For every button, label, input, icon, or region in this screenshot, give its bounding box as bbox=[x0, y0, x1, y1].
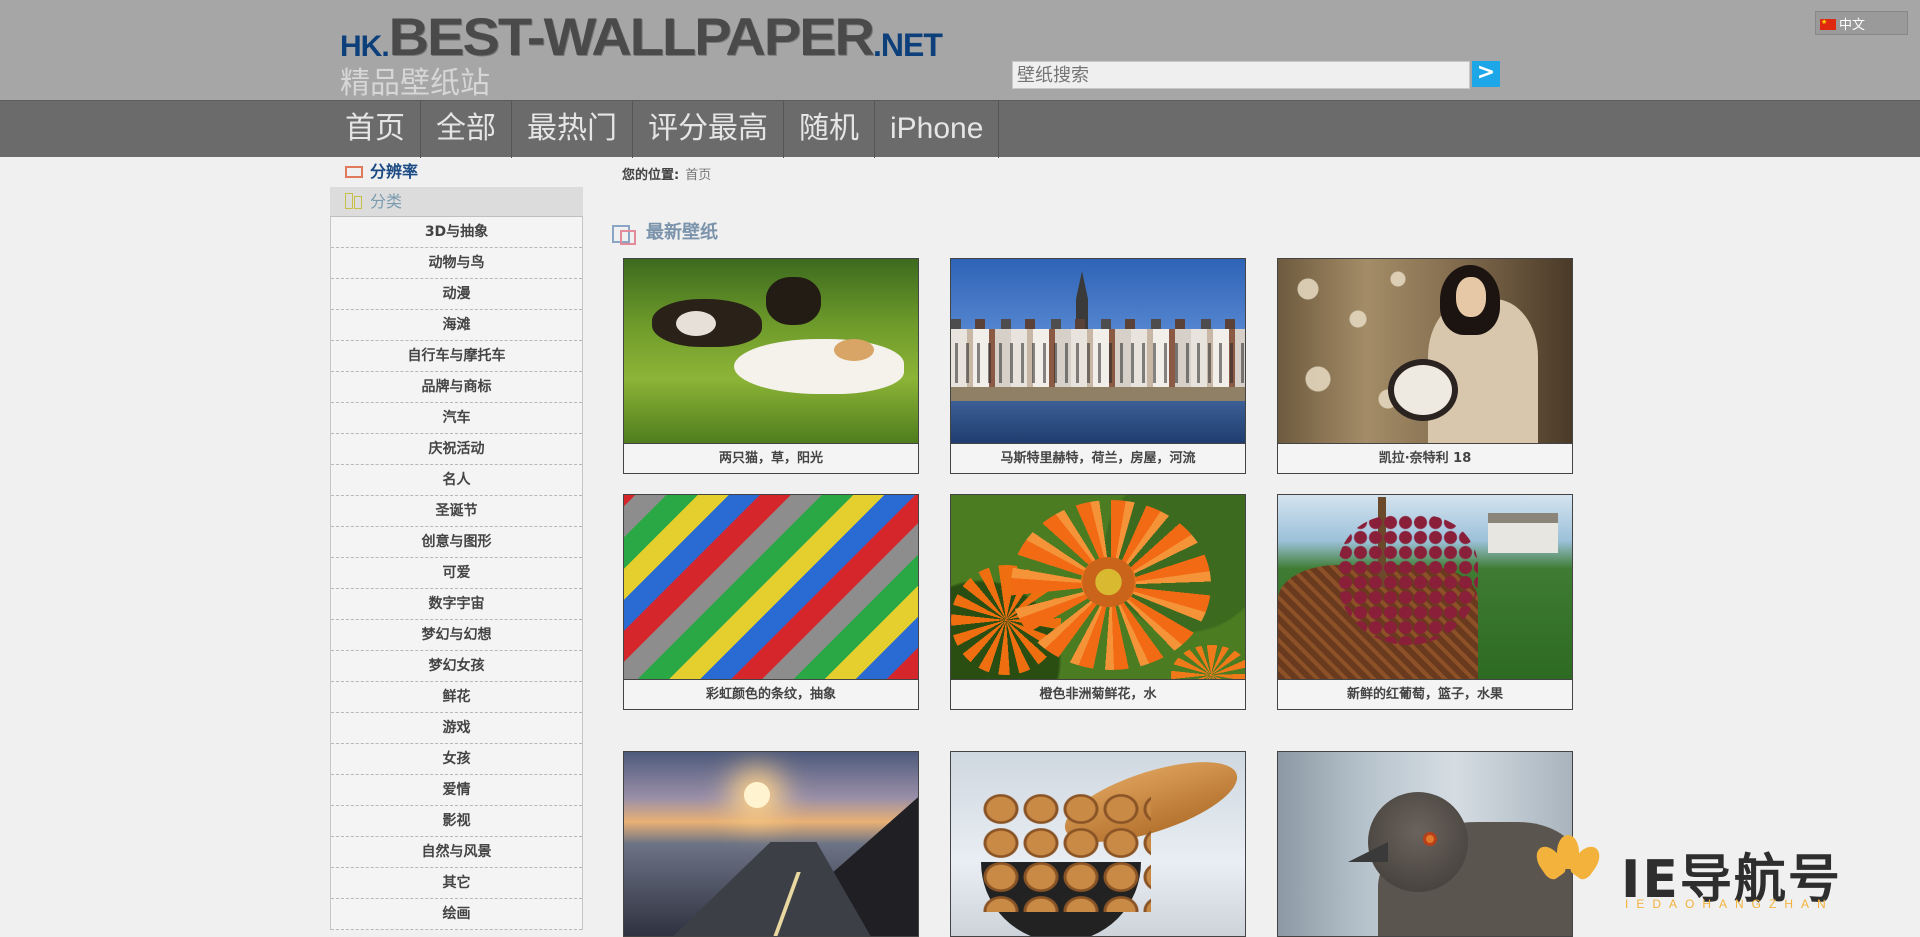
wallpaper-caption[interactable]: 彩虹颜色的条纹，抽象 bbox=[624, 679, 918, 709]
site-header: HK.BEST-WALLPAPER.NET 精品壁纸站 > 中文 bbox=[0, 0, 1920, 101]
road bbox=[667, 842, 874, 936]
nav-popular[interactable]: 最热门 bbox=[512, 101, 633, 158]
site-subtitle: 精品壁纸站 bbox=[340, 66, 490, 101]
nav-home[interactable]: 首页 bbox=[330, 101, 421, 158]
resolution-heading-label: 分辨率 bbox=[370, 162, 419, 181]
wallpaper-card[interactable] bbox=[950, 751, 1246, 937]
resolution-heading[interactable]: 分辨率 bbox=[330, 157, 583, 187]
category-item[interactable]: 自然与风景 bbox=[331, 837, 582, 868]
cat-patch bbox=[834, 339, 874, 361]
wallpaper-card[interactable]: 橙色非洲菊鲜花，水 bbox=[950, 494, 1246, 710]
windows bbox=[951, 343, 1245, 383]
category-item[interactable]: 绘画 bbox=[331, 899, 582, 930]
main-nav: 首页 全部 最热门 评分最高 随机 iPhone bbox=[0, 100, 1920, 158]
category-item[interactable]: 鲜花 bbox=[331, 682, 582, 713]
category-icon bbox=[345, 193, 363, 209]
sun bbox=[744, 782, 770, 808]
wallpaper-caption[interactable]: 马斯特里赫特，荷兰，房屋，河流 bbox=[951, 443, 1245, 473]
category-item[interactable]: 梦幻女孩 bbox=[331, 651, 582, 682]
wallpaper-thumbnail[interactable] bbox=[951, 495, 1245, 679]
category-item[interactable]: 女孩 bbox=[331, 744, 582, 775]
house bbox=[1488, 513, 1558, 553]
wallpaper-card[interactable]: 彩虹颜色的条纹，抽象 bbox=[623, 494, 919, 710]
china-flag-icon bbox=[1820, 18, 1836, 30]
flower-center bbox=[1081, 557, 1136, 607]
breadcrumb-home-link[interactable]: 首页 bbox=[685, 168, 711, 183]
wallpaper-card[interactable]: 凯拉·奈特利 18 bbox=[1277, 258, 1573, 474]
wallpaper-card[interactable] bbox=[1277, 751, 1573, 937]
river bbox=[951, 401, 1245, 443]
category-item[interactable]: 可爱 bbox=[331, 558, 582, 589]
category-item[interactable]: 庆祝活动 bbox=[331, 434, 582, 465]
wallpaper-caption[interactable]: 两只猫，草，阳光 bbox=[624, 443, 918, 473]
wallpaper-card[interactable]: 新鲜的红葡萄，篮子，水果 bbox=[1277, 494, 1573, 710]
cat-head bbox=[766, 277, 821, 325]
wallpaper-caption[interactable]: 橙色非洲菊鲜花，水 bbox=[951, 679, 1245, 709]
watermark-subtext: IEDAOHANGZHAN bbox=[1625, 897, 1834, 911]
wallpaper-card[interactable]: 马斯特里赫特，荷兰，房屋，河流 bbox=[950, 258, 1246, 474]
category-item[interactable]: 其它 bbox=[331, 868, 582, 899]
lotus-emblem-icon bbox=[1531, 835, 1605, 905]
flower-petals bbox=[1171, 645, 1245, 679]
bird-eye bbox=[1423, 832, 1437, 846]
resolution-icon bbox=[345, 166, 363, 178]
site-logo[interactable]: HK.BEST-WALLPAPER.NET bbox=[340, 4, 943, 67]
category-list: 3D与抽象 动物与鸟 动漫 海滩 自行车与摩托车 品牌与商标 汽车 庆祝活动 名… bbox=[330, 217, 583, 930]
category-item[interactable]: 爱情 bbox=[331, 775, 582, 806]
nav-iphone[interactable]: iPhone bbox=[875, 101, 1000, 158]
category-item[interactable]: 3D与抽象 bbox=[331, 217, 582, 248]
gallery-icon bbox=[612, 225, 636, 245]
category-item[interactable]: 自行车与摩托车 bbox=[331, 341, 582, 372]
language-label: 中文 bbox=[1839, 18, 1866, 33]
category-item[interactable]: 名人 bbox=[331, 465, 582, 496]
wallpaper-card[interactable]: 两只猫，草，阳光 bbox=[623, 258, 919, 474]
category-item[interactable]: 品牌与商标 bbox=[331, 372, 582, 403]
category-item[interactable]: 数字宇宙 bbox=[331, 589, 582, 620]
category-item[interactable]: 海滩 bbox=[331, 310, 582, 341]
language-selector[interactable]: 中文 bbox=[1815, 11, 1908, 35]
nav-top-rated[interactable]: 评分最高 bbox=[633, 101, 784, 158]
category-item[interactable]: 动物与鸟 bbox=[331, 248, 582, 279]
section-title: 最新壁纸 bbox=[612, 221, 718, 245]
bird-head bbox=[1368, 792, 1468, 892]
search-button[interactable]: > bbox=[1472, 61, 1500, 87]
cat-patch bbox=[676, 311, 716, 336]
bread-rolls bbox=[981, 792, 1151, 912]
category-item[interactable]: 动漫 bbox=[331, 279, 582, 310]
category-item[interactable]: 影视 bbox=[331, 806, 582, 837]
wallpaper-thumbnail[interactable] bbox=[1278, 495, 1572, 679]
breadcrumb-label: 您的位置: bbox=[622, 168, 680, 183]
category-item[interactable]: 游戏 bbox=[331, 713, 582, 744]
helmet bbox=[1388, 359, 1458, 421]
wallpaper-caption[interactable]: 凯拉·奈特利 18 bbox=[1278, 443, 1572, 473]
cat-shape bbox=[734, 339, 904, 394]
wallpaper-thumbnail[interactable] bbox=[624, 752, 918, 936]
wallpaper-thumbnail[interactable] bbox=[624, 259, 918, 443]
category-item[interactable]: 创意与图形 bbox=[331, 527, 582, 558]
category-item[interactable]: 梦幻与幻想 bbox=[331, 620, 582, 651]
grapes bbox=[1338, 515, 1478, 645]
category-heading[interactable]: 分类 bbox=[330, 187, 583, 217]
section-title-label: 最新壁纸 bbox=[646, 222, 718, 243]
wallpaper-thumbnail[interactable] bbox=[951, 259, 1245, 443]
quay bbox=[951, 387, 1245, 401]
wallpaper-thumbnail[interactable] bbox=[951, 752, 1245, 936]
logo-suffix: .NET bbox=[872, 27, 943, 63]
category-heading-label: 分类 bbox=[370, 192, 403, 211]
watermark: IE导航号 IEDAOHANGZHAN bbox=[1531, 835, 1893, 913]
nav-all[interactable]: 全部 bbox=[421, 101, 512, 158]
wallpaper-thumbnail[interactable] bbox=[1278, 259, 1572, 443]
search-input[interactable] bbox=[1012, 61, 1470, 89]
figure-face bbox=[1456, 277, 1486, 317]
wallpaper-caption[interactable]: 新鲜的红葡萄，篮子，水果 bbox=[1278, 679, 1572, 709]
nav-random[interactable]: 随机 bbox=[784, 101, 875, 158]
wallpaper-card[interactable] bbox=[623, 751, 919, 937]
breadcrumb: 您的位置: 首页 bbox=[622, 164, 711, 183]
category-item[interactable]: 圣诞节 bbox=[331, 496, 582, 527]
sidebar: 分辨率 分类 3D与抽象 动物与鸟 动漫 海滩 自行车与摩托车 品牌与商标 汽车… bbox=[330, 157, 583, 930]
wallpaper-thumbnail[interactable] bbox=[1278, 752, 1572, 936]
category-item[interactable]: 汽车 bbox=[331, 403, 582, 434]
wallpaper-thumbnail[interactable] bbox=[624, 495, 918, 679]
